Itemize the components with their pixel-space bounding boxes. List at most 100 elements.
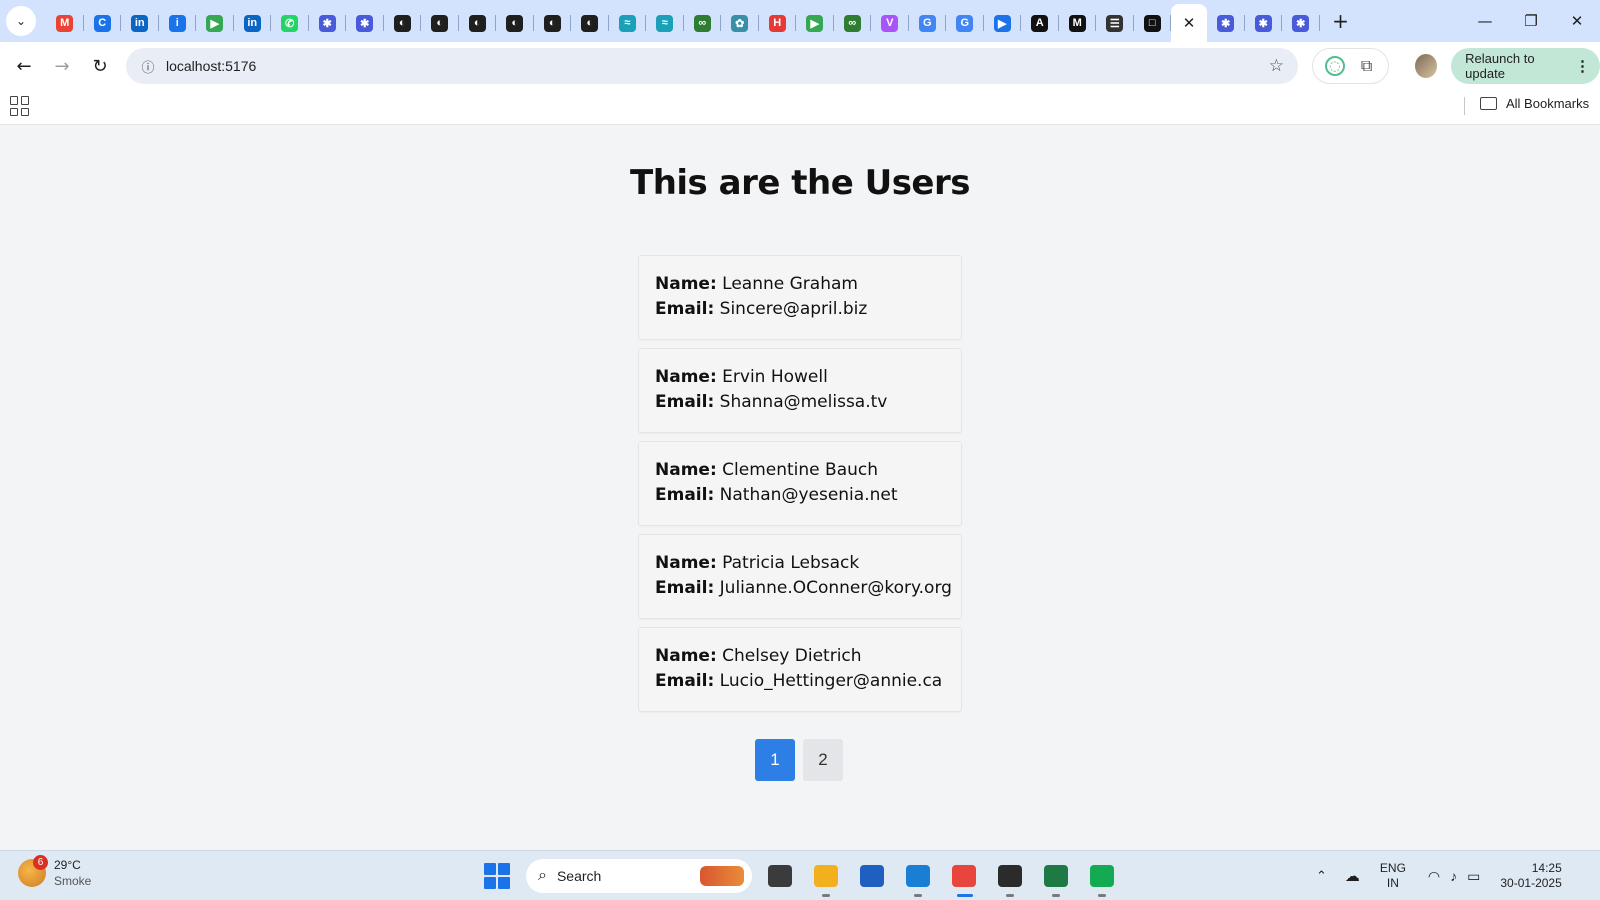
browser-tab[interactable]: ◐ (496, 6, 534, 40)
apps-grid-icon[interactable] (10, 96, 30, 116)
weather-icon: 6 (18, 855, 48, 887)
video-icon: ▶ (993, 14, 1011, 32)
excel-taskbar-button[interactable] (1038, 858, 1074, 897)
active-tab[interactable]: ✕ (1171, 4, 1207, 42)
minimize-button[interactable]: — (1462, 0, 1508, 42)
chrome-icon (952, 865, 976, 887)
terminal-taskbar-button[interactable] (992, 858, 1028, 897)
email-label: Email: (655, 392, 715, 412)
browser-tab[interactable]: ▶ (796, 6, 834, 40)
relaunch-button[interactable]: Relaunch to update ⋮ (1451, 48, 1600, 84)
browser-tab[interactable]: ◐ (459, 6, 496, 40)
browser-tab[interactable]: i (159, 6, 196, 40)
browser-tab[interactable]: G (946, 6, 984, 40)
browser-tab[interactable]: ✱ (1245, 6, 1282, 40)
running-indicator (822, 894, 830, 897)
vscode-taskbar-button[interactable] (900, 858, 936, 897)
running-indicator (957, 894, 973, 897)
plus-icon: + (1332, 9, 1349, 33)
weather-widget[interactable]: 6 29°C Smoke (18, 855, 92, 889)
browser-tab[interactable]: ◐ (384, 6, 421, 40)
extension-icon[interactable]: ◌ (1324, 56, 1345, 76)
puzzle-icon[interactable]: ⧉ (1357, 56, 1377, 76)
browser-tab[interactable]: ◐ (571, 6, 609, 40)
show-hidden-icons-icon[interactable]: ⌃ (1316, 868, 1327, 884)
chevron-down-icon: ⌄ (15, 14, 27, 28)
browser-tab[interactable]: V (871, 6, 909, 40)
clock[interactable]: 14:25 30-01-2025 (1500, 861, 1561, 891)
browser-tab[interactable]: ✆ (271, 6, 309, 40)
all-bookmarks-label: All Bookmarks (1506, 96, 1590, 111)
url-text[interactable]: localhost:5176 (166, 58, 256, 74)
task-view-icon (768, 865, 792, 887)
vite-icon: V (881, 14, 899, 32)
onedrive-icon[interactable]: ☁ (1345, 867, 1360, 885)
meet-icon: ▶ (206, 14, 224, 32)
battery-icon[interactable]: ▭ (1467, 868, 1480, 885)
taskbar-search[interactable]: ⌕ Search (526, 859, 752, 893)
openai-icon: ✿ (731, 14, 749, 32)
browser-tab[interactable]: H (759, 6, 796, 40)
browser-tab[interactable]: ◐ (421, 6, 459, 40)
wifi-icon[interactable]: ◠ (1428, 868, 1440, 885)
page-button-2[interactable]: 2 (803, 739, 843, 781)
browser-tab[interactable]: □ (1134, 6, 1171, 40)
browser-tab[interactable]: M (1059, 6, 1096, 40)
page-button-1[interactable]: 1 (755, 739, 795, 781)
store-taskbar-button[interactable] (854, 858, 890, 894)
weather-condition: Smoke (54, 874, 92, 888)
restore-button[interactable]: ❐ (1508, 0, 1554, 42)
task-view-taskbar-button[interactable] (762, 858, 798, 894)
browser-tab[interactable]: M (46, 6, 84, 40)
browser-tab[interactable]: ∞ (834, 6, 871, 40)
browser-tab[interactable]: C (84, 6, 121, 40)
browser-tab[interactable]: ✱ (309, 6, 346, 40)
browser-tab[interactable]: ✱ (1207, 6, 1245, 40)
close-window-button[interactable]: ✕ (1554, 0, 1600, 42)
new-tab-button[interactable]: + (1326, 6, 1356, 36)
chrome-taskbar-button[interactable] (946, 858, 982, 897)
user-email-row: Email: Shanna@melissa.tv (655, 390, 945, 415)
volume-icon[interactable]: ♪ (1450, 868, 1457, 884)
tab-search-button[interactable]: ⌄ (6, 6, 36, 36)
browser-tab[interactable]: ∞ (684, 6, 721, 40)
search-highlight-image (700, 866, 744, 886)
browser-tab[interactable]: in (121, 6, 159, 40)
back-button[interactable]: ← (6, 48, 42, 84)
browser-tab[interactable]: ▶ (984, 6, 1021, 40)
browser-tab[interactable]: ◐ (534, 6, 571, 40)
browser-tab[interactable]: ☰ (1096, 6, 1134, 40)
profile-avatar[interactable] (1415, 54, 1438, 78)
browser-tab[interactable]: in (234, 6, 271, 40)
linkedin-icon: in (131, 14, 149, 32)
start-button[interactable] (484, 863, 510, 889)
browser-tab[interactable]: ≈ (609, 6, 646, 40)
site-info-icon[interactable]: ⓘ (132, 57, 164, 76)
email-label: Email: (655, 299, 715, 319)
gear-icon: ✱ (1254, 14, 1272, 32)
page-title: This are the Users (630, 163, 971, 203)
browser-tab[interactable]: ✿ (721, 6, 759, 40)
folder-icon (1480, 97, 1497, 110)
forward-button[interactable]: → (44, 48, 80, 84)
user-email: Shanna@melissa.tv (719, 392, 888, 412)
browser-tab[interactable]: ✱ (1282, 6, 1320, 40)
address-bar[interactable]: ⓘ localhost:5176 ☆ (126, 48, 1298, 84)
language-indicator[interactable]: ENG IN (1380, 861, 1406, 891)
github-icon: ◐ (468, 14, 486, 32)
browser-tab[interactable]: ✱ (346, 6, 384, 40)
gear-icon: ✱ (1217, 14, 1235, 32)
name-label: Name: (655, 367, 717, 387)
more-menu-icon[interactable]: ⋮ (1575, 57, 1590, 75)
bookmark-star-icon[interactable]: ☆ (1269, 56, 1284, 76)
browser-tab[interactable]: ▶ (196, 6, 234, 40)
all-bookmarks-button[interactable]: All Bookmarks (1480, 96, 1589, 111)
browser-tab[interactable]: ≈ (646, 6, 684, 40)
file-explorer-taskbar-button[interactable] (808, 858, 844, 897)
browser-tab[interactable]: G (909, 6, 946, 40)
close-tab-icon[interactable]: ✕ (1183, 14, 1196, 32)
reload-button[interactable]: ↻ (82, 48, 118, 84)
name-label: Name: (655, 274, 717, 294)
browser-tab[interactable]: A (1021, 6, 1059, 40)
mongodb-taskbar-button[interactable] (1084, 858, 1120, 897)
